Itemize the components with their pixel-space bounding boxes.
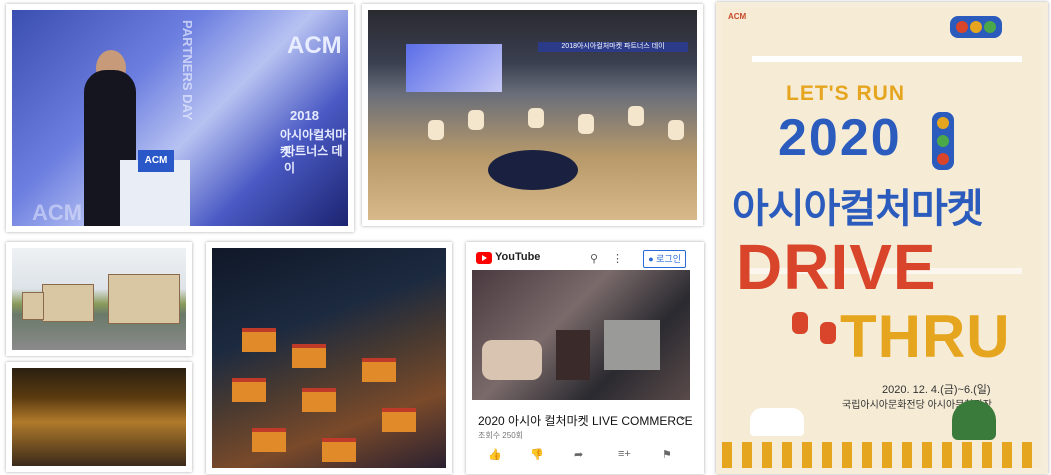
youtube-screenshot: YouTube ⚲ ⋮ ● 로그인 2020 아시아 컬처마켓 LIVE COM…	[466, 242, 704, 474]
containers-day-photo	[12, 248, 186, 350]
market-stall	[232, 378, 266, 402]
plant-icon	[952, 400, 996, 440]
poster-drive: DRIVE	[736, 231, 937, 303]
add-to-playlist-icon[interactable]: ≡+	[618, 448, 631, 460]
ballroom-screen	[406, 44, 502, 92]
chair	[468, 110, 484, 130]
ballroom-photo: 2018아시아컬처마켓 파트너스 데이	[368, 10, 697, 220]
stage-partners-day: PARTNERS DAY	[180, 20, 195, 121]
market-stall	[252, 428, 286, 452]
poster-year: 2020	[778, 109, 902, 167]
search-icon[interactable]: ⚲	[590, 252, 598, 265]
chair	[668, 120, 684, 140]
market-stall	[322, 438, 356, 462]
stage-acm-logo: ACM	[287, 32, 342, 59]
photo-market-night	[206, 242, 452, 474]
stage-acm-bottom: ACM	[32, 200, 83, 225]
video-player[interactable]	[472, 270, 690, 400]
flag-icon[interactable]: ⚑	[662, 448, 672, 461]
chevron-down-icon[interactable]: ⌄	[678, 410, 687, 423]
poster-date: 2020. 12. 4.(금)~6.(일)	[882, 384, 991, 396]
podium-sign: ACM	[138, 150, 174, 172]
chair	[528, 108, 544, 128]
video-title[interactable]: 2020 아시아 컬처마켓 LIVE COMMERCE	[478, 412, 693, 429]
chair	[628, 106, 644, 126]
poster-artwork: ACM LET'S RUN 2020 아시아컬처마켓 DRIVE THRU 20…	[722, 8, 1042, 468]
container-booth	[108, 274, 180, 324]
stage-photo: ACM 2018 아시아컬처마켓 파트너스 데이 PARTNERS DAY AC…	[12, 10, 348, 226]
container-booth	[22, 292, 44, 320]
market-stall	[292, 344, 326, 368]
thumbs-up-icon[interactable]: 👍	[488, 448, 502, 461]
video-actions: 👍 👎 ➦ ≡+ ⚑	[478, 448, 684, 462]
lantern-icon	[792, 312, 808, 334]
poster-drive-thru: ACM LET'S RUN 2020 아시아컬처마켓 DRIVE THRU 20…	[716, 2, 1048, 474]
photo-ballroom: 2018아시아컬처마켓 파트너스 데이	[362, 4, 703, 226]
traffic-light-icon	[950, 16, 1002, 38]
product-dolls	[482, 340, 542, 380]
youtube-logo-icon[interactable]	[476, 252, 492, 264]
car-icon	[750, 408, 804, 436]
container-booth	[42, 284, 94, 322]
account-icon: ●	[648, 254, 654, 264]
stage-year: 2018	[290, 108, 319, 123]
share-icon[interactable]: ➦	[574, 448, 583, 461]
more-options-icon[interactable]: ⋮	[612, 252, 623, 265]
photo-night-terrace	[6, 362, 192, 472]
poster-small-logo: ACM	[728, 12, 747, 21]
ballroom-table	[488, 150, 578, 190]
youtube-brand[interactable]: YouTube	[495, 251, 540, 263]
market-stall	[362, 358, 396, 382]
photo-containers-day	[6, 242, 192, 356]
login-button[interactable]: ● 로그인	[643, 250, 686, 268]
login-label: 로그인	[656, 254, 681, 264]
market-stall	[302, 388, 336, 412]
poster-korean-title: 아시아컬처마켓	[732, 187, 984, 231]
poster-road	[752, 56, 1022, 62]
view-count: 조회수 250회	[478, 431, 524, 440]
chair	[428, 120, 444, 140]
traffic-light-icon	[932, 112, 954, 170]
market-stall	[382, 408, 416, 432]
ballroom-banner: 2018아시아컬처마켓 파트너스 데이	[538, 42, 688, 52]
night-terrace-photo	[12, 368, 186, 466]
chair	[578, 114, 594, 134]
poster-thru: THRU	[840, 303, 1011, 370]
stage-kr-line2: 파트너스 데이	[284, 144, 343, 175]
market-stall	[242, 328, 276, 352]
photo-stage-speaker: ACM 2018 아시아컬처마켓 파트너스 데이 PARTNERS DAY AC…	[6, 4, 354, 232]
lantern-icon	[820, 322, 836, 344]
poster-checker-border	[722, 442, 1042, 468]
thumbs-down-icon[interactable]: 👎	[530, 448, 544, 461]
youtube-top-bar: YouTube ⚲ ⋮ ● 로그인	[472, 248, 690, 271]
product-bag	[556, 330, 590, 380]
market-night-photo	[212, 248, 446, 468]
product-bag	[604, 320, 660, 370]
poster-lets-run: LET'S RUN	[786, 82, 905, 105]
